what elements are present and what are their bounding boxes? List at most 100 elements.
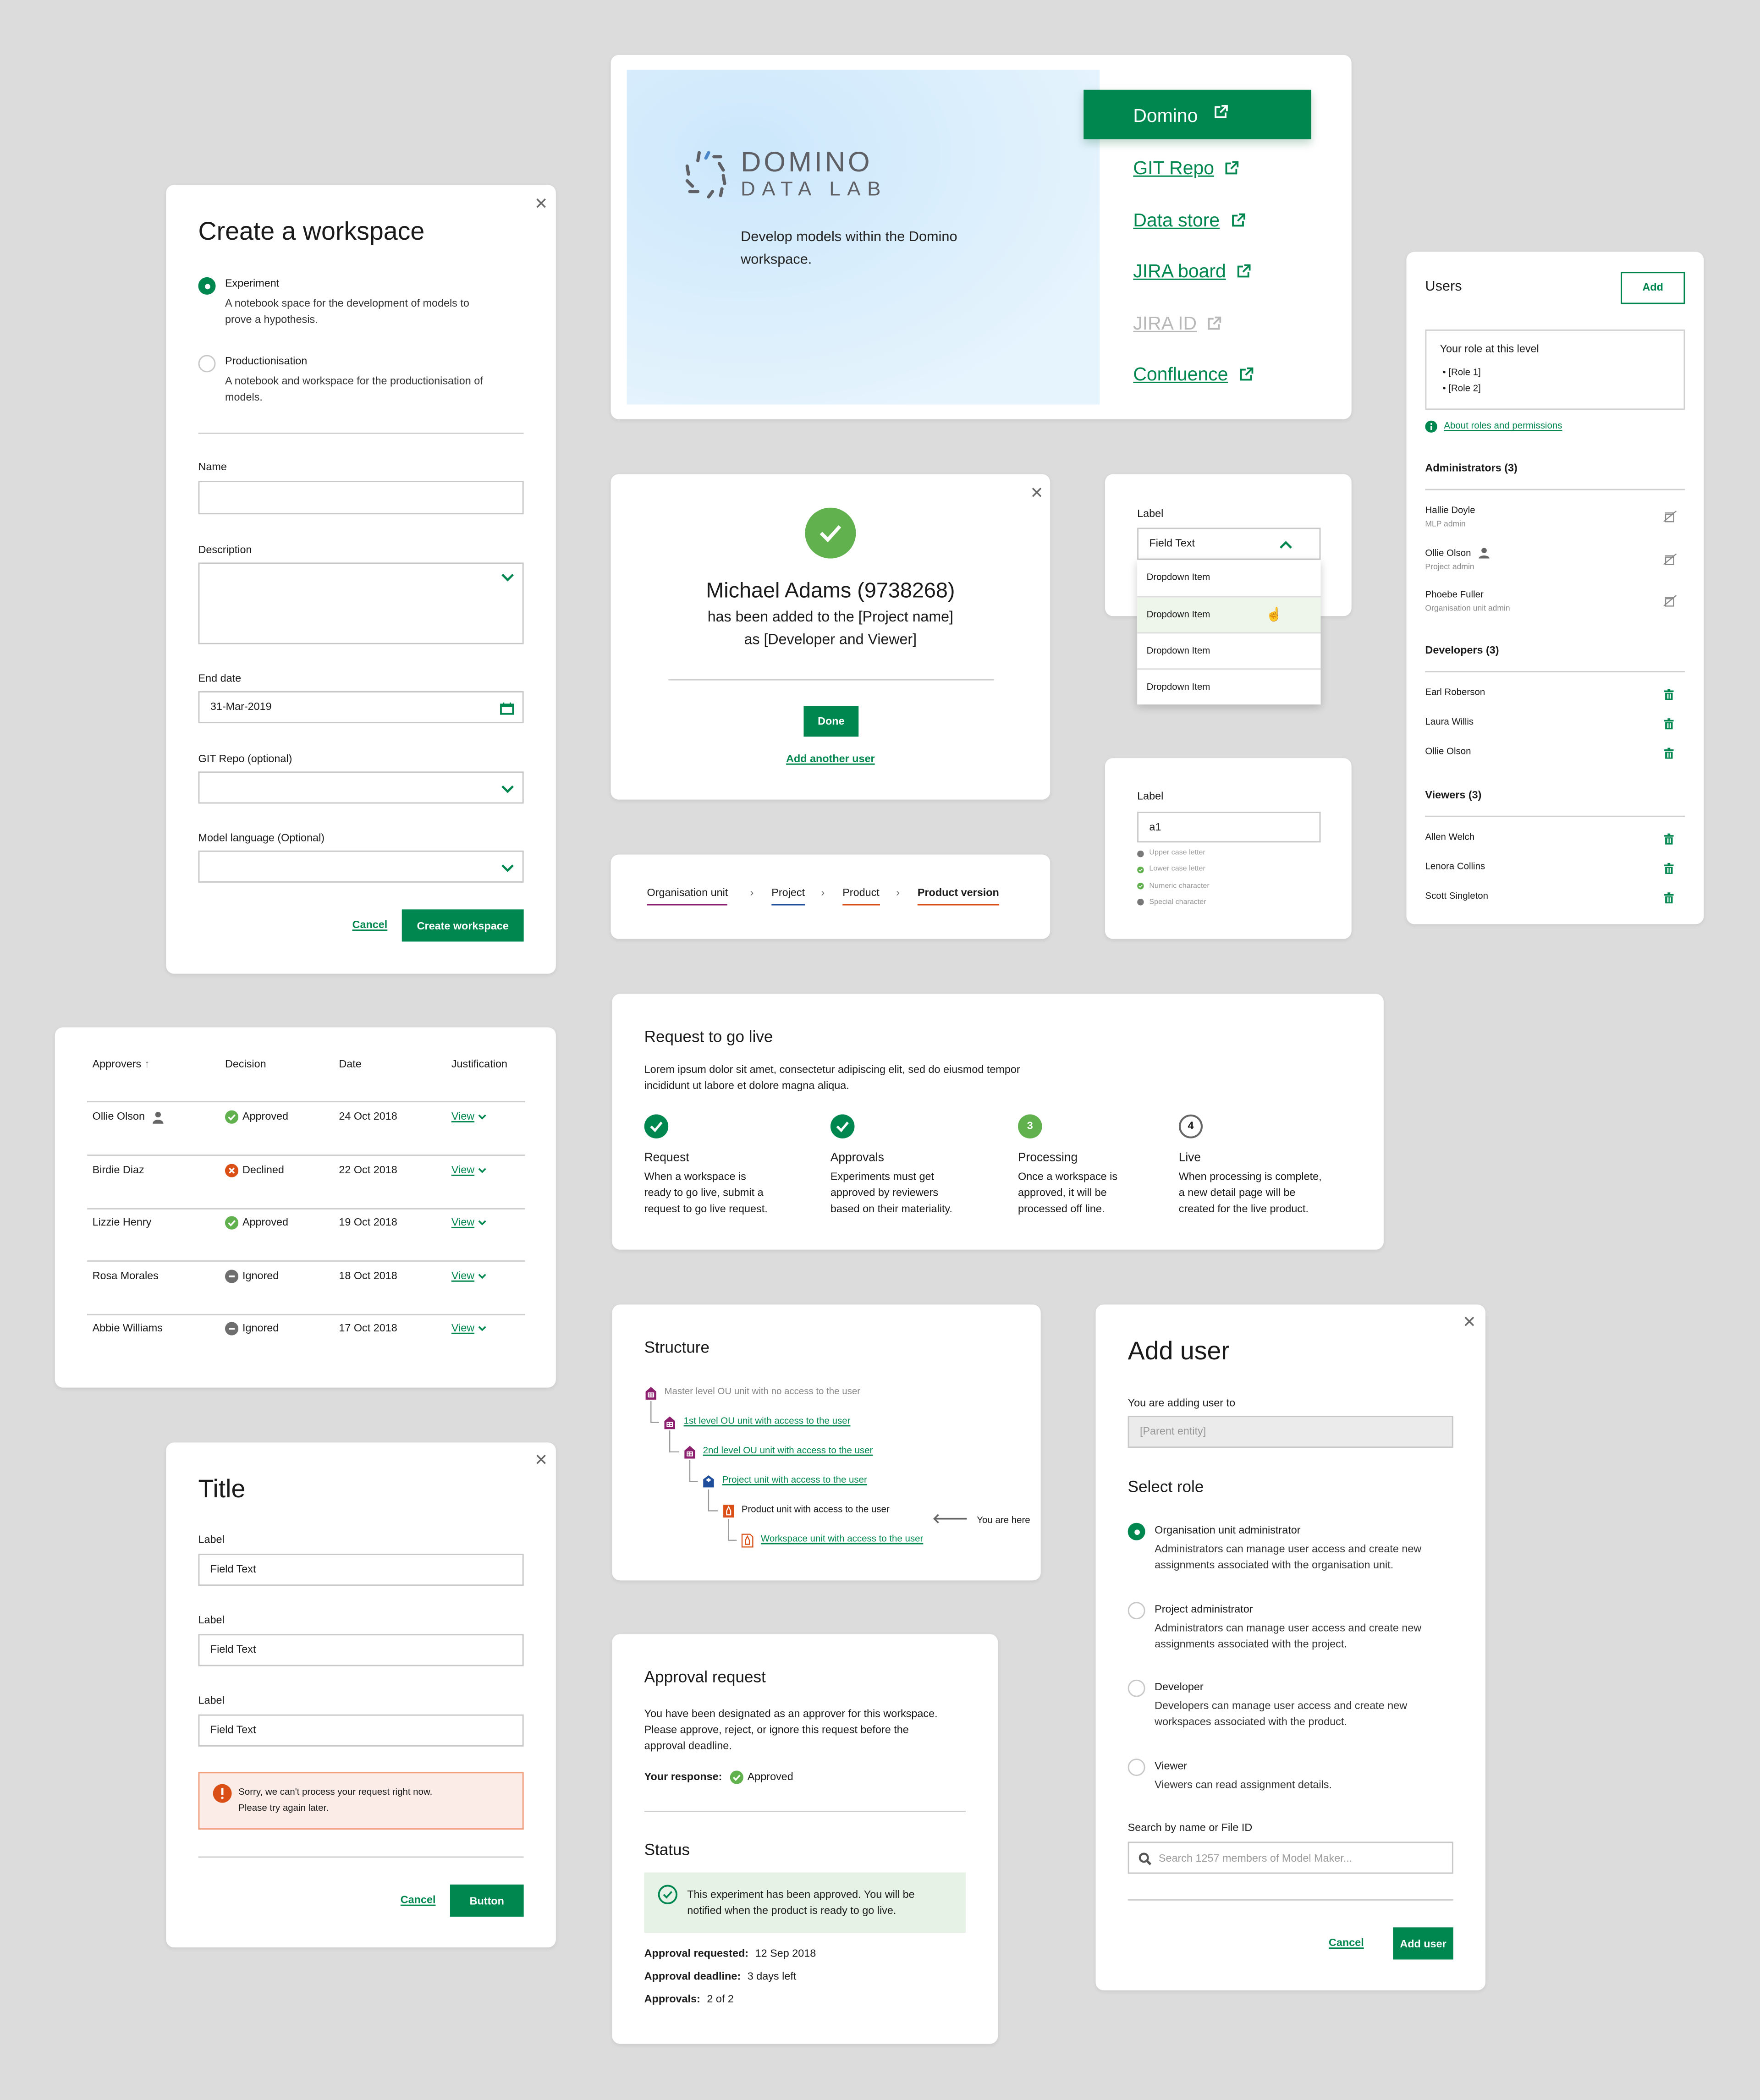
step-description: a new detail page will be — [1178, 1187, 1296, 1199]
trash-icon[interactable] — [1664, 748, 1674, 759]
dropdown-field[interactable]: Field Text — [1137, 528, 1321, 560]
you-are-here-label: You are here — [977, 1516, 1030, 1526]
step-description: When a workspace is — [644, 1171, 746, 1183]
close-icon[interactable]: ✕ — [534, 1452, 548, 1468]
name-input[interactable] — [198, 481, 524, 515]
breadcrumb-item[interactable]: Product — [842, 887, 880, 906]
structure-node[interactable]: Workspace unit with access to the user — [761, 1534, 923, 1545]
user-list-item: Phoebe Fuller Organisation unit admin — [1425, 589, 1685, 619]
member-search-input[interactable]: Search 1257 members of Model Maker... — [1128, 1842, 1453, 1874]
view-justification-link[interactable]: View — [451, 1163, 487, 1176]
cancel-button[interactable]: Cancel — [1329, 1937, 1364, 1950]
divider — [198, 1856, 524, 1858]
error-message: Sorry, we can't process your request rig… — [238, 1788, 433, 1798]
radio-productionisation[interactable] — [198, 355, 216, 373]
text-input[interactable]: Field Text — [198, 1634, 524, 1666]
row-divider — [87, 1260, 525, 1262]
request-to-go-live-card: Request to go live Lorem ipsum dolor sit… — [612, 994, 1384, 1250]
decision-label: Declined — [242, 1163, 284, 1176]
cancel-button[interactable]: Cancel — [401, 1894, 436, 1907]
role-description: Viewers can read assignment details. — [1155, 1778, 1332, 1790]
add-user-button[interactable]: Add — [1621, 272, 1685, 304]
structure-node[interactable]: Project unit with access to the user — [722, 1475, 867, 1487]
role-box-title: Your role at this level — [1440, 343, 1539, 355]
role-box: Your role at this level • [Role 1] • [Ro… — [1425, 329, 1685, 410]
your-response-value: Approved — [747, 1770, 793, 1783]
view-justification-link[interactable]: View — [451, 1110, 487, 1124]
dropdown-item[interactable]: Dropdown Item ☝ — [1137, 596, 1321, 632]
project-icon — [702, 1475, 715, 1489]
role-radio[interactable] — [1128, 1523, 1145, 1540]
structure-node: Product unit with access to the user — [741, 1505, 890, 1515]
domino-links-card: DOMINO DATA LAB Develop models within th… — [610, 55, 1352, 419]
ou-icon — [664, 1416, 677, 1430]
sort-ascending-icon: ↑ — [144, 1058, 150, 1070]
structure-node[interactable]: 2nd level OU unit with access to the use… — [703, 1445, 873, 1457]
model-language-select[interactable] — [198, 850, 524, 883]
dropdown-item[interactable]: Dropdown Item — [1137, 560, 1320, 596]
role-radio[interactable] — [1128, 1679, 1145, 1697]
domino-description: Develop models within the Domino workspa… — [741, 226, 957, 272]
add-user-submit-button[interactable]: Add user — [1393, 1927, 1453, 1960]
breadcrumb-item[interactable]: Organisation unit — [647, 887, 728, 906]
user-name-label: Earl Roberson — [1425, 688, 1485, 698]
view-link-label: View — [451, 1322, 475, 1335]
structure-node: Master level OU unit with no access to t… — [664, 1387, 861, 1397]
description-input[interactable] — [198, 562, 524, 644]
about-roles-link[interactable]: About roles and permissions — [1444, 421, 1562, 433]
add-another-user-link[interactable]: Add another user — [611, 753, 1050, 766]
pointer-cursor-icon: ☝ — [1265, 608, 1283, 623]
password-input[interactable]: a1 — [1137, 811, 1321, 843]
text-input[interactable]: Field Text — [198, 1714, 524, 1747]
added-user-name: Michael Adams (9738268) — [706, 580, 955, 603]
external-link[interactable]: Data store — [1133, 209, 1245, 231]
user-name-label: Hallie Doyle — [1425, 506, 1475, 516]
view-justification-link[interactable]: View — [451, 1323, 487, 1336]
structure-node[interactable]: 1st level OU unit with access to the use… — [684, 1416, 851, 1428]
you-are-here-indicator: 🡐 You are here — [932, 1506, 1030, 1530]
external-link[interactable]: JIRA board — [1133, 260, 1251, 281]
dropdown-item[interactable]: Dropdown Item — [1137, 632, 1321, 668]
role-radio[interactable] — [1128, 1601, 1145, 1619]
view-justification-link[interactable]: View — [451, 1216, 487, 1230]
decision-date: 18 Oct 2018 — [339, 1269, 397, 1282]
close-icon[interactable]: ✕ — [1030, 485, 1043, 501]
close-icon[interactable]: ✕ — [534, 196, 548, 212]
text-input[interactable]: Field Text — [198, 1553, 524, 1586]
domino-primary-link[interactable]: Domino — [1084, 89, 1312, 139]
step-marker-current: 3 — [1018, 1114, 1042, 1139]
user-name-label: Allen Welch — [1425, 833, 1475, 843]
trash-icon[interactable] — [1664, 688, 1674, 700]
approver-name: Birdie Diaz — [93, 1163, 144, 1176]
calendar-icon[interactable] — [500, 702, 514, 715]
trash-icon[interactable] — [1664, 718, 1674, 730]
create-workspace-button[interactable]: Create workspace — [402, 909, 524, 942]
product-icon — [721, 1504, 735, 1518]
approver-name-label: Ollie Olson — [92, 1110, 145, 1122]
divider — [644, 1811, 966, 1813]
external-link-label: Confluence — [1133, 363, 1228, 385]
step-number: 3 — [1027, 1120, 1033, 1132]
git-repo-select[interactable] — [198, 771, 524, 804]
step-title: Request — [644, 1150, 689, 1164]
radio-experiment[interactable] — [198, 277, 216, 295]
role-radio[interactable] — [1128, 1758, 1145, 1776]
error-alert: Sorry, we can't process your request rig… — [198, 1772, 524, 1830]
trash-icon[interactable] — [1664, 863, 1674, 874]
end-date-input[interactable]: 31-Mar-2019 — [198, 691, 524, 724]
go-live-intro: incididunt ut labore et dolore magna ali… — [644, 1079, 849, 1092]
step-marker-done — [644, 1114, 669, 1139]
external-link[interactable]: GIT Repo — [1133, 157, 1239, 178]
done-button[interactable]: Done — [803, 706, 859, 737]
column-header-approvers[interactable]: Approvers ↑ — [93, 1058, 150, 1072]
view-justification-link[interactable]: View — [451, 1270, 487, 1283]
breadcrumb-item[interactable]: Project — [771, 887, 805, 906]
trash-icon[interactable] — [1664, 892, 1674, 904]
cancel-button[interactable]: Cancel — [352, 919, 388, 932]
external-link[interactable]: Confluence — [1133, 363, 1254, 385]
close-icon[interactable]: ✕ — [1463, 1314, 1476, 1330]
trash-icon[interactable] — [1664, 833, 1674, 845]
go-live-title: Request to go live — [644, 1027, 773, 1046]
primary-button[interactable]: Button — [450, 1884, 524, 1917]
dropdown-item[interactable]: Dropdown Item — [1137, 668, 1321, 704]
